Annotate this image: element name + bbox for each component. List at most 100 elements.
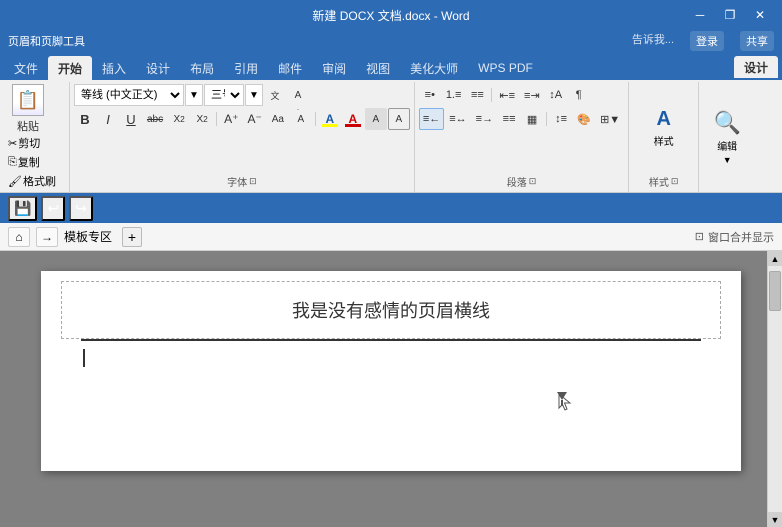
increase-indent-button[interactable]: ≡⇥ xyxy=(520,84,544,106)
back-icon: ⌂ xyxy=(15,230,22,244)
superscript-button[interactable]: X2 xyxy=(191,108,213,130)
subscript-button[interactable]: X2 xyxy=(168,108,190,130)
align-left-button[interactable]: ≡← xyxy=(419,108,444,130)
edit-controls: 🔍 编辑 ▼ xyxy=(703,84,751,190)
divider3 xyxy=(491,88,492,102)
paste-icon: 📋 xyxy=(12,84,44,116)
tab-file[interactable]: 文件 xyxy=(4,56,48,80)
file-bar-path: 模板专区 xyxy=(64,228,112,245)
editing-button[interactable]: 🔍 编辑 ▼ xyxy=(703,110,751,164)
document-area: 我是没有感情的页眉横线 ▲ ▼ xyxy=(0,251,782,527)
styles-icon: A xyxy=(656,108,670,131)
column-button[interactable]: ▦ xyxy=(521,108,543,130)
clear-format-button[interactable]: A xyxy=(287,84,309,106)
tab-layout[interactable]: 布局 xyxy=(180,56,224,80)
font-size-expand[interactable]: ▼ xyxy=(245,84,263,106)
edit-section: 🔍 编辑 ▼ xyxy=(699,82,755,192)
format-paint-button[interactable]: 🖌 格式刷 xyxy=(6,172,58,190)
document-scrollbar: ▲ ▼ xyxy=(767,251,782,527)
tab-design[interactable]: 设计 xyxy=(136,56,180,80)
font-section-label: 字体 ⊡ xyxy=(74,172,410,190)
search-label: 告诉我... xyxy=(632,31,674,51)
font-expand-icon[interactable]: ⊡ xyxy=(249,176,257,187)
align-center-button[interactable]: ≡↔ xyxy=(445,108,470,130)
bullets-button[interactable]: ≡• xyxy=(419,84,441,106)
file-bar-right: ⊡ 窗口合并显示 xyxy=(695,229,774,245)
font-name-expand[interactable]: ▼ xyxy=(185,84,203,106)
phonetic-button[interactable]: A ˉ xyxy=(290,108,312,130)
copy-button[interactable]: ⎘ 复制 xyxy=(6,153,42,171)
change-case-button[interactable]: Aa xyxy=(267,108,289,130)
italic-button[interactable]: I xyxy=(97,108,119,130)
highlight-button[interactable]: A xyxy=(319,108,341,130)
styles-expand-icon[interactable]: ⊡ xyxy=(671,176,679,187)
scroll-track xyxy=(768,266,782,512)
tab-view[interactable]: 视图 xyxy=(356,56,400,80)
tab-wps-pdf[interactable]: WPS PDF xyxy=(468,56,543,80)
font-section: 等线 (中文正文) ▼ 三号 ▼ 文 A B I U abc X2 X2 xyxy=(70,82,415,192)
shading-button[interactable]: 🎨 xyxy=(573,108,595,130)
scroll-down-button[interactable]: ▼ xyxy=(768,512,782,527)
wps-font-button[interactable]: 文 xyxy=(264,84,286,106)
login-button[interactable]: 登录 xyxy=(690,31,724,51)
file-bar-forward-button[interactable]: → xyxy=(36,227,58,247)
restore-button[interactable]: ❐ xyxy=(716,5,744,25)
font-size-inc-button[interactable]: A⁺ xyxy=(220,108,242,130)
font-size-dec-button[interactable]: A⁻ xyxy=(243,108,265,130)
decrease-indent-button[interactable]: ⇤≡ xyxy=(495,84,519,106)
styles-button[interactable]: A 样式 xyxy=(638,101,690,155)
sort-button[interactable]: ↕A xyxy=(545,84,567,106)
tab-home[interactable]: 开始 xyxy=(48,56,92,80)
char-shading-button[interactable]: A xyxy=(365,108,387,130)
font-color-button[interactable]: A xyxy=(342,108,364,130)
document-header[interactable]: 我是没有感情的页眉横线 xyxy=(81,281,701,341)
multilevel-list-button[interactable]: ≡≡ xyxy=(466,84,488,106)
cut-button[interactable]: ✂ 剪切 xyxy=(6,134,42,152)
paragraph-section: ≡• 1.≡ ≡≡ ⇤≡ ≡⇥ ↕A ¶ ≡← ≡↔ ≡→ ≡≡ ▦ ↕≡ xyxy=(415,82,629,192)
forward-icon: → xyxy=(41,230,53,244)
strikethrough-button[interactable]: abc xyxy=(143,108,167,130)
scroll-thumb[interactable] xyxy=(769,271,781,311)
minimize-button[interactable]: ─ xyxy=(686,5,714,25)
font-size-select[interactable]: 三号 xyxy=(204,84,244,106)
char-border-button[interactable]: A xyxy=(388,108,410,130)
save-qa-button[interactable]: 💾 xyxy=(8,196,37,221)
paste-button[interactable]: 📋 粘贴 xyxy=(6,84,50,134)
underline-button[interactable]: U xyxy=(120,108,142,130)
undo-qa-button[interactable]: ↩ xyxy=(41,196,65,221)
show-marks-button[interactable]: ¶ xyxy=(568,84,590,106)
file-bar-back-button[interactable]: ⌂ xyxy=(8,227,30,247)
tab-beautify[interactable]: 美化大师 xyxy=(400,56,468,80)
context-bar: 页眉和页脚工具 告诉我... 登录 共享 xyxy=(0,30,782,52)
paragraph-controls: ≡• 1.≡ ≡≡ ⇤≡ ≡⇥ ↕A ¶ ≡← ≡↔ ≡→ ≡≡ ▦ ↕≡ xyxy=(419,84,624,172)
scroll-up-button[interactable]: ▲ xyxy=(768,251,782,266)
bold-button[interactable]: B xyxy=(74,108,96,130)
font-name-select[interactable]: 等线 (中文正文) xyxy=(74,84,184,106)
document-page: 我是没有感情的页眉横线 xyxy=(41,271,741,471)
file-bar-add-button[interactable]: + xyxy=(122,227,142,247)
redo-qa-button[interactable]: ↪ xyxy=(69,196,93,221)
line-spacing-button[interactable]: ↕≡ xyxy=(550,108,572,130)
format-paint-icon: 🖌 xyxy=(8,175,22,188)
paste-label: 粘贴 xyxy=(17,118,39,134)
paragraph-expand-icon[interactable]: ⊡ xyxy=(529,176,537,187)
tab-mail[interactable]: 邮件 xyxy=(268,56,312,80)
context-bar-right: 告诉我... 登录 共享 xyxy=(632,31,774,51)
tab-design-context[interactable]: 设计 xyxy=(734,56,778,78)
close-button[interactable]: ✕ xyxy=(746,5,774,25)
cut-icon: ✂ xyxy=(8,137,17,150)
tab-references[interactable]: 引用 xyxy=(224,56,268,80)
clipboard-section: 📋 粘贴 ✂ 剪切 ⎘ 复制 🖌 格式刷 剪贴板 xyxy=(0,82,70,192)
tab-insert[interactable]: 插入 xyxy=(92,56,136,80)
window-title: 新建 DOCX 文档.docx - Word xyxy=(200,7,583,24)
align-right-button[interactable]: ≡→ xyxy=(472,108,497,130)
justify-button[interactable]: ≡≡ xyxy=(498,108,520,130)
document-body[interactable] xyxy=(41,341,741,461)
divider1 xyxy=(216,112,217,126)
share-button[interactable]: 共享 xyxy=(740,31,774,51)
tab-review[interactable]: 审阅 xyxy=(312,56,356,80)
numbering-button[interactable]: 1.≡ xyxy=(442,84,466,106)
borders-button[interactable]: ⊞▼ xyxy=(596,108,624,130)
edit-label: 编辑 xyxy=(717,138,737,153)
paste-right: ✂ 剪切 ⎘ 复制 🖌 格式刷 xyxy=(4,134,65,190)
